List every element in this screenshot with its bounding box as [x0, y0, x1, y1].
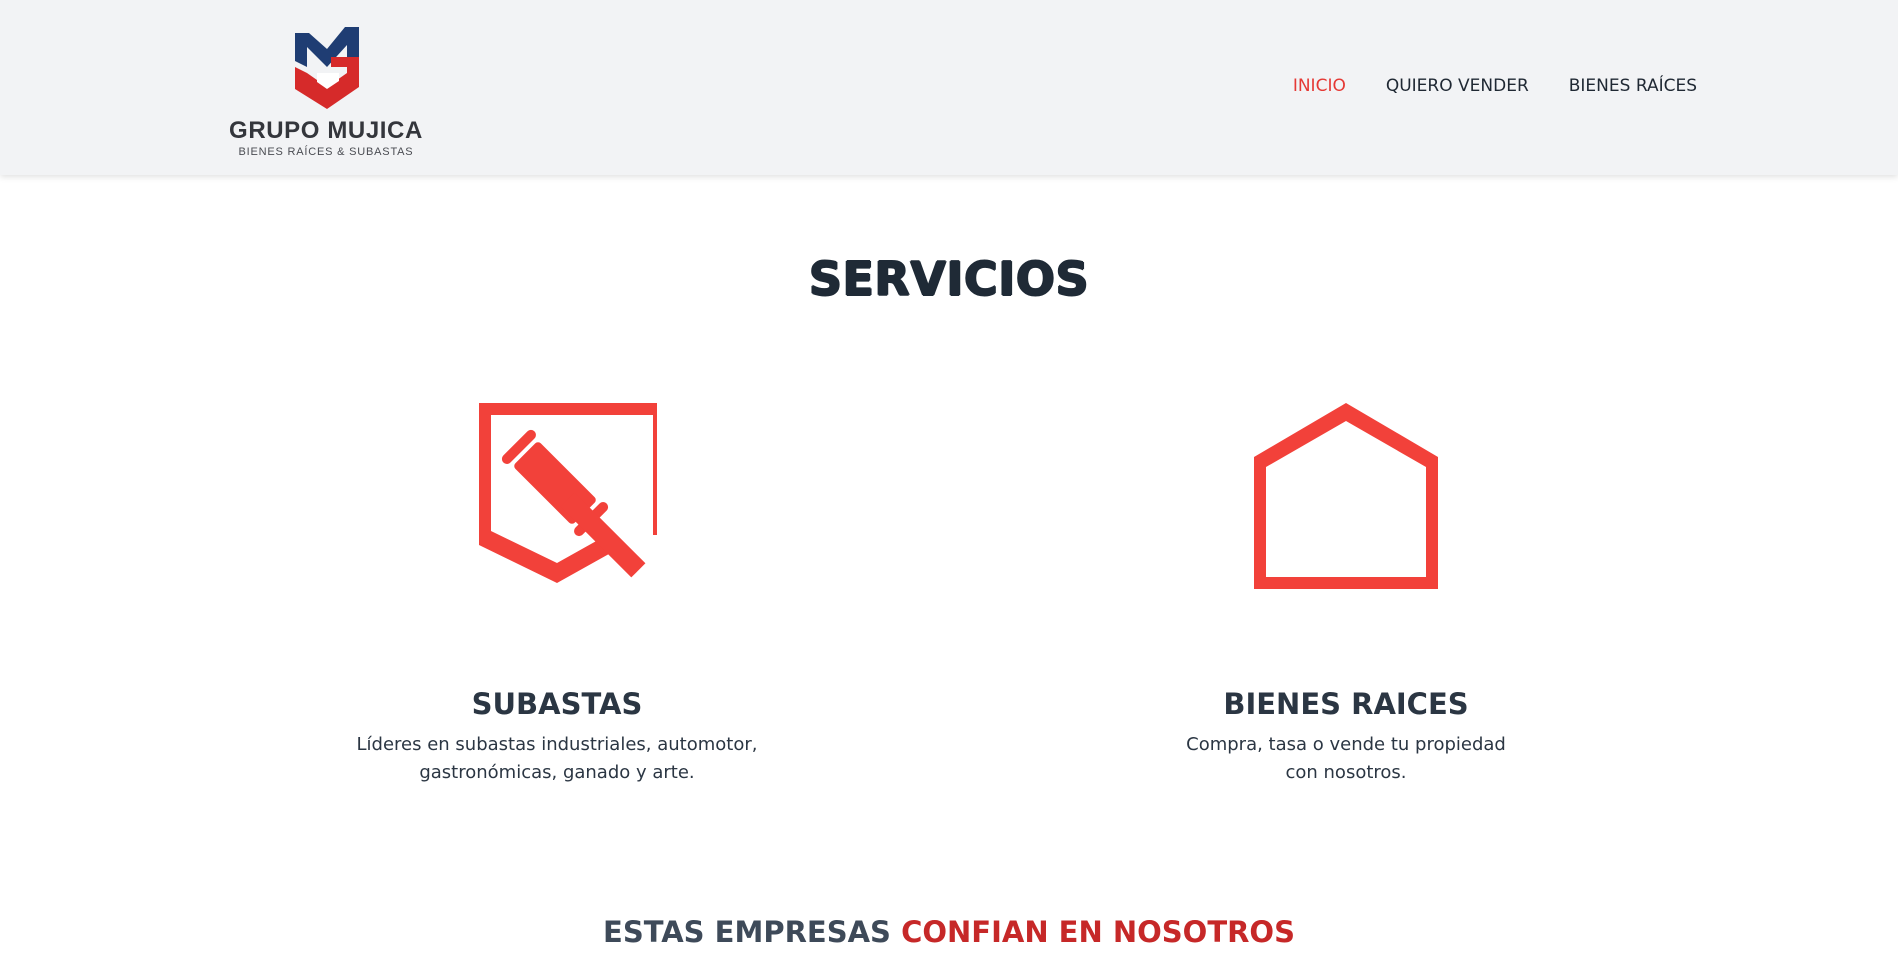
- service-description-bienes-raices: Compra, tasa o vende tu propiedad con no…: [1186, 734, 1506, 783]
- logo-tagline: BIENES RAÍCES & SUBASTAS: [238, 146, 414, 158]
- service-description-subastas: Líderes en subastas industriales, automo…: [356, 734, 758, 783]
- service-card-bienes-raices: BIENES RAICES Compra, tasa o vende tu pr…: [1086, 395, 1606, 787]
- main-nav: INICIO QUIERO VENDER BIENES RAÍCES: [1293, 76, 1697, 96]
- site-logo[interactable]: GRUPO MUJICA BIENES RAÍCES & SUBASTAS: [228, 25, 424, 160]
- service-card-subastas: SUBASTAS Líderes en subastas industriale…: [297, 395, 817, 787]
- service-title-bienes-raices: BIENES RAICES: [1223, 687, 1469, 721]
- trusted-heading-lead: ESTAS EMPRESAS: [603, 915, 891, 949]
- logo-name: GRUPO MUJICA: [229, 117, 423, 144]
- nav-item-bienes-raices[interactable]: BIENES RAÍCES: [1569, 76, 1697, 96]
- trusted-companies-heading: ESTAS EMPRESAS CONFIAN EN NOSOTROS: [0, 915, 1898, 949]
- nav-item-inicio[interactable]: INICIO: [1293, 76, 1346, 96]
- site-header: GRUPO MUJICA BIENES RAÍCES & SUBASTAS IN…: [0, 0, 1898, 175]
- house-outline-icon: [1246, 395, 1446, 595]
- services-title: SERVICIOS: [808, 252, 1090, 306]
- service-title-subastas: SUBASTAS: [471, 687, 643, 721]
- grupo-mujica-logo-mark-icon: [295, 27, 359, 109]
- gavel-shield-icon: [457, 395, 665, 595]
- nav-item-quiero-vender[interactable]: QUIERO VENDER: [1386, 76, 1529, 96]
- trusted-heading-accent: CONFIAN EN NOSOTROS: [901, 915, 1295, 949]
